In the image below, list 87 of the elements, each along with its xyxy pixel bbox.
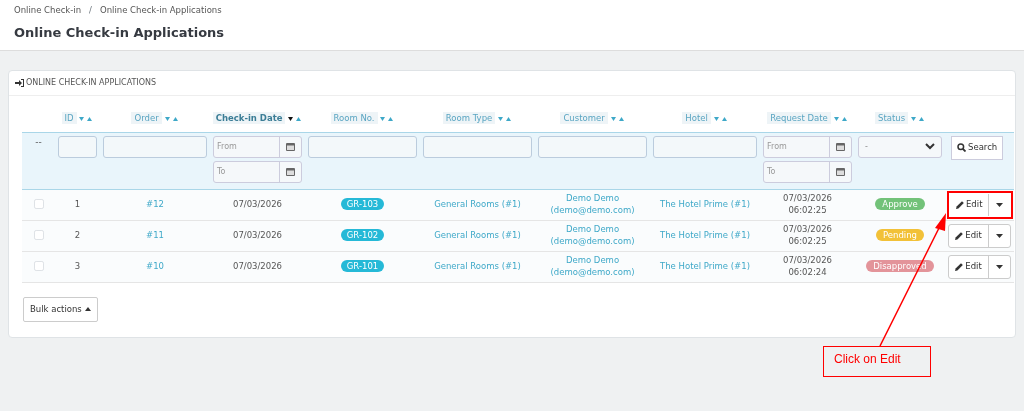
sign-in-icon bbox=[15, 79, 24, 87]
select-value: - bbox=[865, 140, 868, 153]
room-type-link[interactable]: General Rooms (#1) bbox=[434, 229, 521, 240]
field-placeholder: From bbox=[216, 140, 238, 153]
edit-button[interactable]: Edit bbox=[949, 255, 988, 278]
order-link[interactable]: #11 bbox=[146, 229, 164, 240]
row-checkbox[interactable] bbox=[33, 198, 44, 209]
date-field[interactable]: From bbox=[763, 135, 852, 158]
calendar-icon[interactable] bbox=[835, 166, 846, 177]
date-field[interactable]: To bbox=[213, 160, 302, 183]
page-title: Online Check-in Applications bbox=[14, 23, 226, 42]
calendar-icon[interactable] bbox=[285, 166, 296, 177]
request-date: 07/03/2026 bbox=[782, 255, 833, 267]
customer-name[interactable]: Demo Demo bbox=[537, 255, 648, 267]
order-link[interactable]: #12 bbox=[146, 198, 164, 209]
date-field[interactable]: From bbox=[213, 135, 302, 158]
search-button[interactable]: Search bbox=[951, 135, 1004, 160]
customer-name[interactable]: Demo Demo bbox=[537, 193, 648, 205]
customer-email[interactable]: (demo@demo.com) bbox=[537, 235, 648, 247]
sort-icon[interactable] bbox=[288, 115, 303, 122]
hotel-link[interactable]: The Hotel Prime (#1) bbox=[660, 260, 750, 271]
annotation-callout: Click on Edit bbox=[823, 346, 931, 377]
edit-button[interactable]: Edit bbox=[949, 224, 988, 247]
room-type-link[interactable]: General Rooms (#1) bbox=[434, 260, 521, 271]
bulk-actions-button[interactable]: Bulk actions bbox=[23, 296, 98, 322]
pencil-icon bbox=[955, 231, 964, 240]
column-header[interactable]: Room No. bbox=[330, 112, 378, 124]
status-badge: Approve bbox=[875, 197, 925, 210]
calendar-icon[interactable] bbox=[835, 141, 846, 152]
filter-input[interactable] bbox=[538, 135, 647, 158]
column-header[interactable]: Room Type bbox=[442, 112, 496, 124]
id-text: 3 bbox=[74, 260, 81, 271]
room-number-badge: GR-102 bbox=[340, 228, 385, 241]
chevron-down-icon bbox=[925, 143, 935, 150]
request-time: 06:02:25 bbox=[787, 235, 828, 247]
customer-email[interactable]: (demo@demo.com) bbox=[537, 204, 648, 216]
filter-input[interactable] bbox=[423, 135, 532, 158]
id-text: 1 bbox=[74, 198, 81, 209]
room-type-link[interactable]: General Rooms (#1) bbox=[434, 198, 521, 209]
field-placeholder: To bbox=[216, 165, 227, 178]
column-header[interactable]: Status bbox=[875, 112, 909, 124]
breadcrumb-separator: / bbox=[88, 4, 93, 17]
request-time: 06:02:24 bbox=[787, 266, 828, 278]
reset-filter[interactable]: -- bbox=[35, 136, 42, 147]
column-header[interactable]: Customer bbox=[560, 112, 608, 124]
edit-button[interactable]: Edit bbox=[950, 193, 989, 216]
row-checkbox[interactable] bbox=[33, 260, 44, 271]
request-date: 07/03/2026 bbox=[782, 224, 833, 236]
filter-input[interactable] bbox=[308, 135, 417, 158]
status-select[interactable]: - bbox=[858, 135, 942, 158]
breadcrumb-link[interactable]: Online Check-in Applications bbox=[99, 4, 222, 17]
hotel-link[interactable]: The Hotel Prime (#1) bbox=[660, 198, 750, 209]
caret-icon bbox=[996, 202, 1004, 207]
request-date: 07/03/2026 bbox=[782, 193, 833, 205]
customer-email[interactable]: (demo@demo.com) bbox=[537, 266, 648, 278]
column-header[interactable]: Order bbox=[131, 112, 162, 124]
column-header[interactable]: Check-in Date bbox=[212, 112, 286, 124]
row-checkbox[interactable] bbox=[33, 229, 44, 240]
search-icon bbox=[957, 143, 966, 152]
field-placeholder: From bbox=[766, 140, 788, 153]
room-number-badge: GR-101 bbox=[340, 259, 385, 272]
date-field[interactable]: To bbox=[763, 160, 852, 183]
request-time: 06:02:25 bbox=[787, 204, 828, 216]
caret-up-icon bbox=[84, 307, 91, 311]
date-text: 07/03/2026 bbox=[233, 260, 282, 271]
date-text: 07/03/2026 bbox=[233, 198, 282, 209]
filter-input[interactable] bbox=[653, 135, 757, 158]
caret-icon bbox=[995, 264, 1003, 269]
hotel-link[interactable]: The Hotel Prime (#1) bbox=[660, 229, 750, 240]
column-header[interactable]: ID bbox=[61, 112, 77, 124]
pencil-icon bbox=[956, 200, 964, 209]
order-link[interactable]: #10 bbox=[146, 260, 164, 271]
column-header[interactable]: Request Date bbox=[767, 112, 831, 124]
panel-title: ONLINE CHECK-IN APPLICATIONS bbox=[26, 77, 157, 89]
filter-input[interactable] bbox=[103, 135, 207, 158]
calendar-icon[interactable] bbox=[285, 141, 296, 152]
customer-name[interactable]: Demo Demo bbox=[537, 224, 648, 236]
pencil-icon bbox=[955, 262, 964, 271]
column-header[interactable]: Hotel bbox=[682, 112, 711, 124]
caret-icon bbox=[995, 233, 1003, 238]
room-number-badge: GR-103 bbox=[340, 197, 385, 210]
breadcrumb-link[interactable]: Online Check-in bbox=[14, 4, 82, 17]
date-text: 07/03/2026 bbox=[233, 229, 282, 240]
id-text: 2 bbox=[74, 229, 81, 240]
filter-input[interactable] bbox=[58, 135, 97, 158]
status-badge: Pending bbox=[876, 228, 924, 241]
field-placeholder: To bbox=[766, 165, 777, 178]
